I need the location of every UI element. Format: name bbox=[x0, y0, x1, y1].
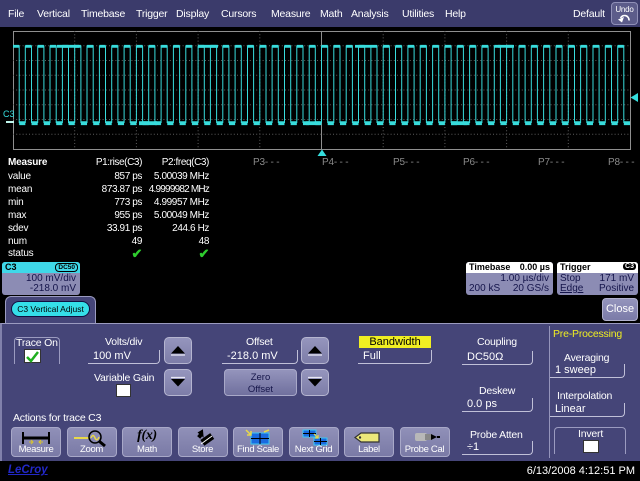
svg-text:C3: C3 bbox=[3, 109, 15, 119]
